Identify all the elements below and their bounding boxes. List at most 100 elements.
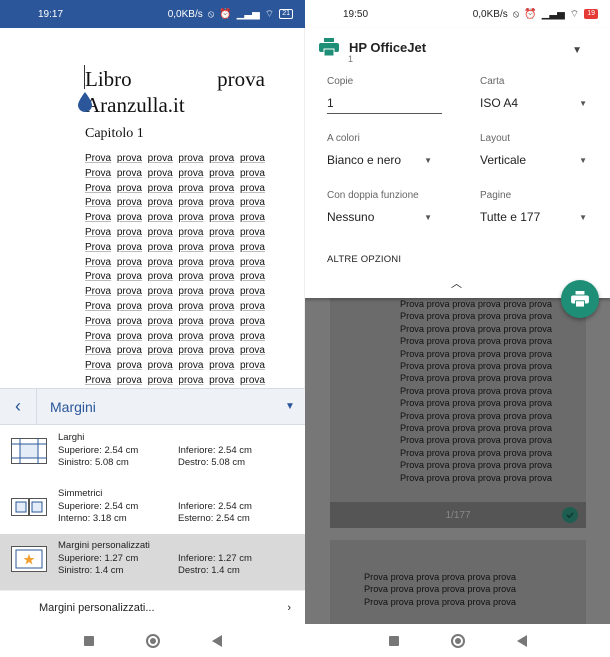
battery-icon: 21 bbox=[279, 9, 293, 19]
text-line: Prova prova prova prova prova prova bbox=[85, 182, 265, 194]
more-options-button[interactable]: ALTRE OPZIONI bbox=[327, 254, 401, 265]
document-body: Prova prova prova prova prova prova Prova prova… bbox=[85, 152, 265, 388]
text-line: Prova prova prova prova prova prova bbox=[400, 472, 552, 483]
home-icon[interactable] bbox=[450, 633, 465, 648]
recents-icon[interactable] bbox=[388, 635, 399, 646]
text-line: Prova prova prova prova prova prova bbox=[85, 286, 265, 298]
text-line: Prova prova prova prova prova prova bbox=[400, 435, 552, 446]
margins-title: Margini bbox=[50, 398, 96, 415]
back-icon[interactable] bbox=[211, 634, 222, 647]
margin-option-personalizzati[interactable]: Margini personalizzati Superiore: 1.27 c… bbox=[0, 534, 305, 590]
printer-name: HP OfficeJet bbox=[349, 39, 427, 55]
text-line: Prova prova prova prova prova prova bbox=[364, 572, 516, 582]
text-line: Prova prova prova prova prova prova bbox=[400, 423, 552, 434]
android-nav-bar bbox=[0, 624, 305, 657]
text-line: Prova prova prova prova prova prova bbox=[85, 300, 265, 312]
dropdown-icon: ▼ bbox=[579, 155, 587, 165]
text-line: Prova prova prova prova prova prova bbox=[85, 271, 265, 283]
margins-header: ‹ Margini ▼ bbox=[0, 388, 305, 425]
text-line: Prova prova prova prova prova prova bbox=[364, 584, 516, 595]
wifi-icon: ⌔ bbox=[569, 8, 580, 20]
print-dialog-screen: 19:50 0,0KB/s ⦸ ⏰ ▁▃▅ ⌔ 19 Prova prova pro… bbox=[305, 0, 610, 657]
up-chevron-icon[interactable]: ︿ bbox=[451, 275, 462, 291]
text-line: Prova prova prova prova prova prova bbox=[400, 385, 552, 396]
android-nav-bar bbox=[305, 624, 610, 657]
text-line: Prova prova prova prova prova prova bbox=[400, 348, 552, 359]
signal-icon: ▁▃▅ bbox=[236, 8, 260, 20]
status-bar: 19:17 0,0KB/s ⦸ ⏰ ▁▃▅ ⌔ 21 bbox=[0, 0, 305, 28]
dropdown-icon: ▼ bbox=[424, 212, 432, 222]
text-line: Prova prova prova prova prova prova bbox=[85, 212, 265, 224]
document-canvas[interactable]: Libro prova Aranzulla.it Capitolo 1 Prova… bbox=[0, 28, 305, 388]
word-margins-screen: 19:17 0,0KB/s ⦸ ⏰ ▁▃▅ ⌔ 21 Libro prova Ar… bbox=[0, 0, 305, 657]
text-line: Prova prova prova prova prova prova bbox=[85, 315, 265, 327]
text-line: Prova prova prova prova prova prova bbox=[85, 360, 265, 372]
home-icon[interactable] bbox=[145, 633, 160, 648]
dropdown-icon: ▼ bbox=[424, 155, 432, 165]
status-bar: 19:50 0,0KB/s ⦸ ⏰ ▁▃▅ ⌔ 19 bbox=[305, 0, 610, 28]
dropdown-icon: ▼ bbox=[579, 212, 587, 222]
print-options-panel: HP OfficeJet 1 ▼ Copie 1 Carta ISO A4 ▼ A… bbox=[305, 28, 610, 298]
back-chevron-icon[interactable]: ‹ bbox=[0, 396, 36, 417]
dropdown-icon[interactable]: ▼ bbox=[275, 401, 305, 412]
margin-option-simmetrici[interactable]: Simmetrici Superiore: 2.54 cm Inferiore: … bbox=[0, 482, 305, 538]
text-line: Prova prova prova prova prova prova bbox=[85, 153, 265, 164]
text-line: Prova prova prova prova prova prova bbox=[85, 256, 265, 268]
pages-select[interactable]: Pagine Tutte e 177 ▼ bbox=[480, 190, 587, 224]
text-line: Prova prova prova prova prova prova bbox=[400, 410, 552, 421]
copies-field[interactable]: Copie 1 bbox=[327, 76, 442, 114]
battery-icon: 19 bbox=[584, 9, 598, 19]
text-line: Prova prova prova prova prova prova bbox=[85, 197, 265, 209]
printer-icon bbox=[319, 38, 339, 56]
recents-icon[interactable] bbox=[83, 635, 94, 646]
text-line: Prova prova prova prova prova prova bbox=[400, 460, 552, 471]
wifi-icon: ⌔ bbox=[264, 8, 275, 20]
printer-selector[interactable]: HP OfficeJet bbox=[305, 28, 610, 56]
print-fab-button[interactable] bbox=[561, 280, 599, 318]
cursor-handle-icon[interactable] bbox=[78, 92, 92, 112]
text-line: Prova prova prova prova prova prova bbox=[85, 374, 265, 386]
chapter-heading: Capitolo 1 bbox=[85, 126, 144, 141]
text-line: Prova prova prova prova prova prova bbox=[400, 447, 552, 458]
text-line: Prova prova prova prova prova prova bbox=[400, 323, 552, 334]
layout-select[interactable]: Layout Verticale ▼ bbox=[480, 133, 587, 167]
text-line: Prova prova prova prova prova prova bbox=[400, 361, 552, 372]
text-line: Prova prova prova prova prova prova bbox=[85, 167, 265, 179]
text-line: Prova prova prova prova prova prova bbox=[400, 336, 552, 347]
mute-icon: ⦸ bbox=[512, 8, 520, 20]
mirrored-margins-icon bbox=[11, 498, 47, 516]
text-line: Prova prova prova prova prova prova bbox=[400, 299, 552, 309]
text-line: Prova prova prova prova prova prova bbox=[85, 345, 265, 357]
paper-select[interactable]: Carta ISO A4 ▼ bbox=[480, 76, 587, 110]
custom-margins-star-icon bbox=[11, 546, 47, 572]
text-line: Prova prova prova prova prova prova bbox=[85, 241, 265, 253]
back-icon[interactable] bbox=[516, 634, 527, 647]
chevron-right-icon: › bbox=[287, 601, 291, 614]
printer-dropdown-icon[interactable]: ▼ bbox=[572, 45, 582, 56]
page-indicator: 1/177 bbox=[445, 509, 471, 521]
alarm-icon: ⏰ bbox=[219, 8, 232, 20]
color-select[interactable]: A colori Bianco e nero ▼ bbox=[327, 133, 432, 167]
alarm-icon: ⏰ bbox=[524, 8, 537, 20]
mute-icon: ⦸ bbox=[207, 8, 215, 20]
preview-page-1[interactable]: Prova prova prova prova prova prova Prova prova… bbox=[330, 298, 586, 528]
text-line: Prova prova prova prova prova prova bbox=[400, 311, 552, 322]
printer-subtitle: 1 bbox=[348, 54, 354, 64]
copies-input[interactable]: 1 bbox=[327, 96, 334, 110]
duplex-select[interactable]: Con doppia funzione Nessuno ▼ bbox=[327, 190, 432, 224]
preview-page-2[interactable]: Prova prova prova prova prova prova Prova prova… bbox=[330, 540, 586, 630]
signal-icon: ▁▃▅ bbox=[541, 8, 565, 20]
text-line: Prova prova prova prova prova prova bbox=[364, 596, 516, 607]
text-line: Prova prova prova prova prova prova bbox=[85, 330, 265, 342]
network-speed: 0,0KB/s bbox=[472, 8, 508, 20]
status-time: 19:17 bbox=[38, 8, 64, 20]
margin-option-larghi[interactable]: Larghi Superiore: 2.54 cm Inferiore: 2.54… bbox=[0, 426, 305, 482]
text-line: Prova prova prova prova prova prova bbox=[400, 398, 552, 409]
custom-margins-link[interactable]: Margini personalizzati... › bbox=[0, 590, 305, 624]
document-title: Libro prova Aranzulla.it bbox=[85, 67, 265, 117]
text-line: Prova prova prova prova prova prova bbox=[400, 373, 552, 384]
printer-icon bbox=[571, 291, 589, 307]
check-icon[interactable] bbox=[562, 507, 578, 523]
wide-margins-icon bbox=[11, 438, 47, 464]
network-speed: 0,0KB/s bbox=[167, 8, 203, 20]
